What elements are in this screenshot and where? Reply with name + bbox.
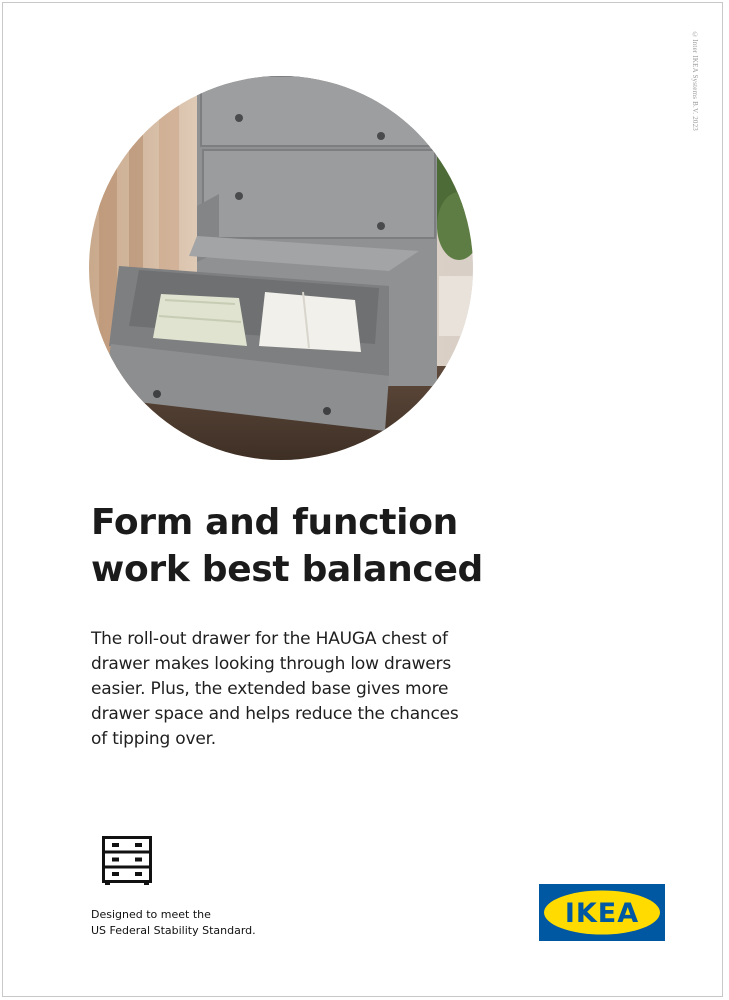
headline-line: work best balanced: [91, 549, 484, 590]
copyright-notice: ©Inter IKEA Systems B.V. 2023: [691, 31, 699, 132]
body-line: of tipping over.: [91, 729, 217, 749]
chest-of-drawers-icon: [102, 836, 152, 885]
body-copy: The roll-out drawer for the HAUGA chest …: [91, 627, 561, 752]
product-photo: [89, 76, 473, 460]
stability-note-line: Designed to meet the: [91, 908, 211, 921]
body-line: drawer makes looking through low drawers: [91, 654, 451, 674]
stability-note-line: US Federal Stability Standard.: [91, 924, 256, 937]
body-line: The roll-out drawer for the HAUGA chest …: [91, 629, 448, 649]
ikea-logo: IKEA: [539, 884, 665, 941]
headline: Form and function work best balanced: [91, 499, 651, 593]
poster-page: ©Inter IKEA Systems B.V. 2023 Form and f…: [2, 2, 723, 997]
svg-text:IKEA: IKEA: [565, 898, 639, 929]
stability-note: Designed to meet the US Federal Stabilit…: [91, 907, 256, 939]
body-line: drawer space and helps reduce the chance…: [91, 704, 459, 724]
body-line: easier. Plus, the extended base gives mo…: [91, 679, 449, 699]
headline-line: Form and function: [91, 502, 458, 543]
